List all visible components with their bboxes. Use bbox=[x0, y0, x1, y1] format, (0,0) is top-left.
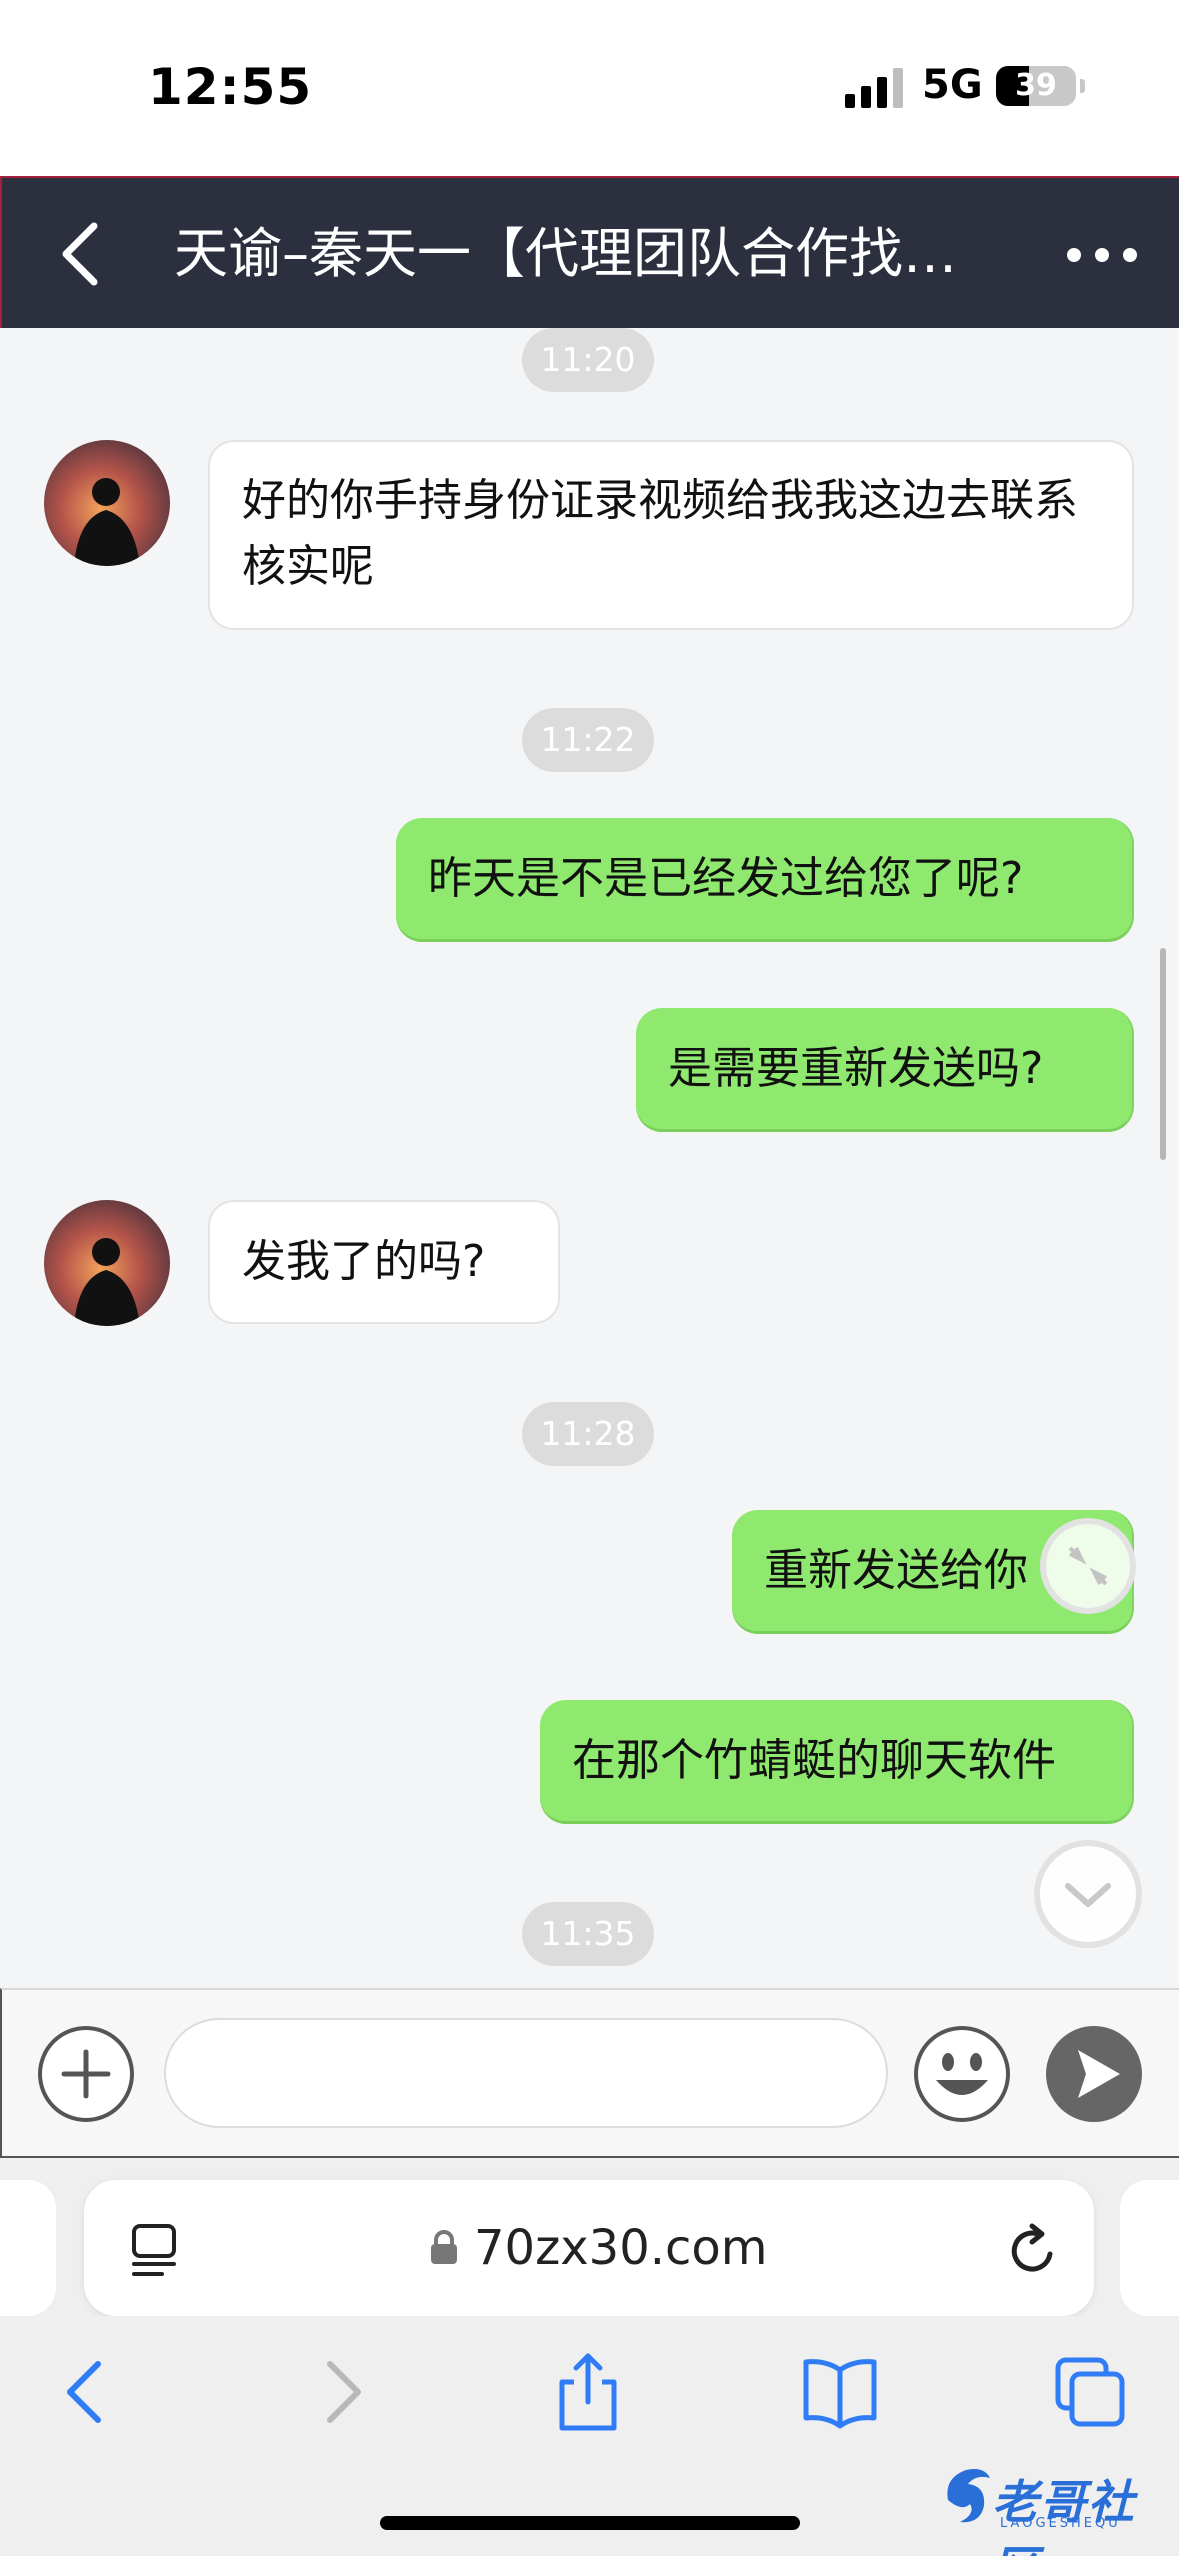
plus-icon[interactable] bbox=[36, 2024, 136, 2124]
dragon-icon bbox=[947, 2469, 990, 2523]
timestamp: 11:20 bbox=[522, 328, 654, 392]
chat-title: 天谕–秦天一【代理团队合作找… bbox=[174, 222, 957, 285]
battery-icon: 39 bbox=[996, 66, 1076, 106]
reader-icon[interactable] bbox=[128, 2220, 188, 2280]
watermark-subtext: LAOGESHEQU bbox=[1000, 2516, 1121, 2531]
browser-toolbar: 老哥社区 LAOGESHEQU bbox=[0, 2316, 1179, 2556]
watermark-text: 老哥社区 bbox=[992, 2475, 1136, 2556]
message-outgoing: 昨天是不是已经发过给您了呢? bbox=[396, 818, 1134, 942]
signal-icon bbox=[845, 68, 903, 108]
watermark-logo: 老哥社区 LAOGESHEQU bbox=[940, 2456, 1170, 2556]
timestamp: 11:22 bbox=[522, 708, 654, 772]
browser-url-area: 70zx30.com bbox=[0, 2156, 1179, 2316]
avatar[interactable] bbox=[44, 440, 170, 566]
bookmarks-icon[interactable] bbox=[800, 2352, 880, 2432]
emoji-icon[interactable] bbox=[912, 2024, 1012, 2124]
chevron-down-icon bbox=[1065, 1883, 1111, 1907]
message-input-bar bbox=[0, 1988, 1179, 2156]
home-indicator bbox=[380, 2516, 800, 2530]
battery-level: 39 bbox=[1015, 68, 1057, 103]
previous-tab[interactable] bbox=[0, 2180, 56, 2316]
avatar-image bbox=[44, 1200, 170, 1326]
scrollbar[interactable] bbox=[1160, 948, 1166, 1160]
network-label: 5G bbox=[922, 62, 983, 108]
timestamp: 11:35 bbox=[522, 1902, 654, 1966]
next-tab[interactable] bbox=[1120, 2180, 1179, 2316]
status-bar: 12:55 5G 39 bbox=[0, 0, 1179, 176]
status-time: 12:55 bbox=[148, 58, 313, 116]
avatar-image bbox=[44, 440, 170, 566]
safari-back-icon[interactable] bbox=[48, 2352, 128, 2432]
message-incoming: 好的你手持身份证录视频给我我这边去联系核实呢 bbox=[208, 440, 1134, 630]
message-input[interactable] bbox=[164, 2018, 888, 2128]
message-outgoing: 在那个竹蜻蜓的聊天软件 bbox=[540, 1700, 1134, 1824]
lock-icon bbox=[431, 2230, 457, 2264]
message-outgoing: 是需要重新发送吗? bbox=[636, 1008, 1134, 1132]
url-text: 70zx30.com bbox=[474, 2220, 768, 2276]
chat-area[interactable]: 11:20 好的你手持身份证录视频给我我这边去联系核实呢 11:22 昨天是不是… bbox=[0, 328, 1179, 1988]
address-bar[interactable]: 70zx30.com bbox=[84, 2180, 1094, 2316]
safari-forward-icon[interactable] bbox=[300, 2352, 380, 2432]
back-icon[interactable] bbox=[52, 216, 112, 292]
more-icon[interactable] bbox=[1062, 230, 1142, 280]
timestamp: 11:28 bbox=[522, 1402, 654, 1466]
scroll-down-button[interactable] bbox=[1034, 1840, 1142, 1948]
share-icon[interactable] bbox=[548, 2352, 628, 2432]
reload-icon[interactable] bbox=[1002, 2218, 1066, 2282]
tabs-icon[interactable] bbox=[1050, 2352, 1130, 2432]
avatar[interactable] bbox=[44, 1200, 170, 1326]
send-icon[interactable] bbox=[1044, 2024, 1144, 2124]
collapse-button[interactable] bbox=[1040, 1518, 1136, 1614]
collapse-icon bbox=[1068, 1546, 1108, 1586]
message-incoming: 发我了的吗? bbox=[208, 1200, 560, 1324]
chat-header: 天谕–秦天一【代理团队合作找… bbox=[0, 176, 1179, 328]
battery-cap bbox=[1080, 79, 1085, 93]
